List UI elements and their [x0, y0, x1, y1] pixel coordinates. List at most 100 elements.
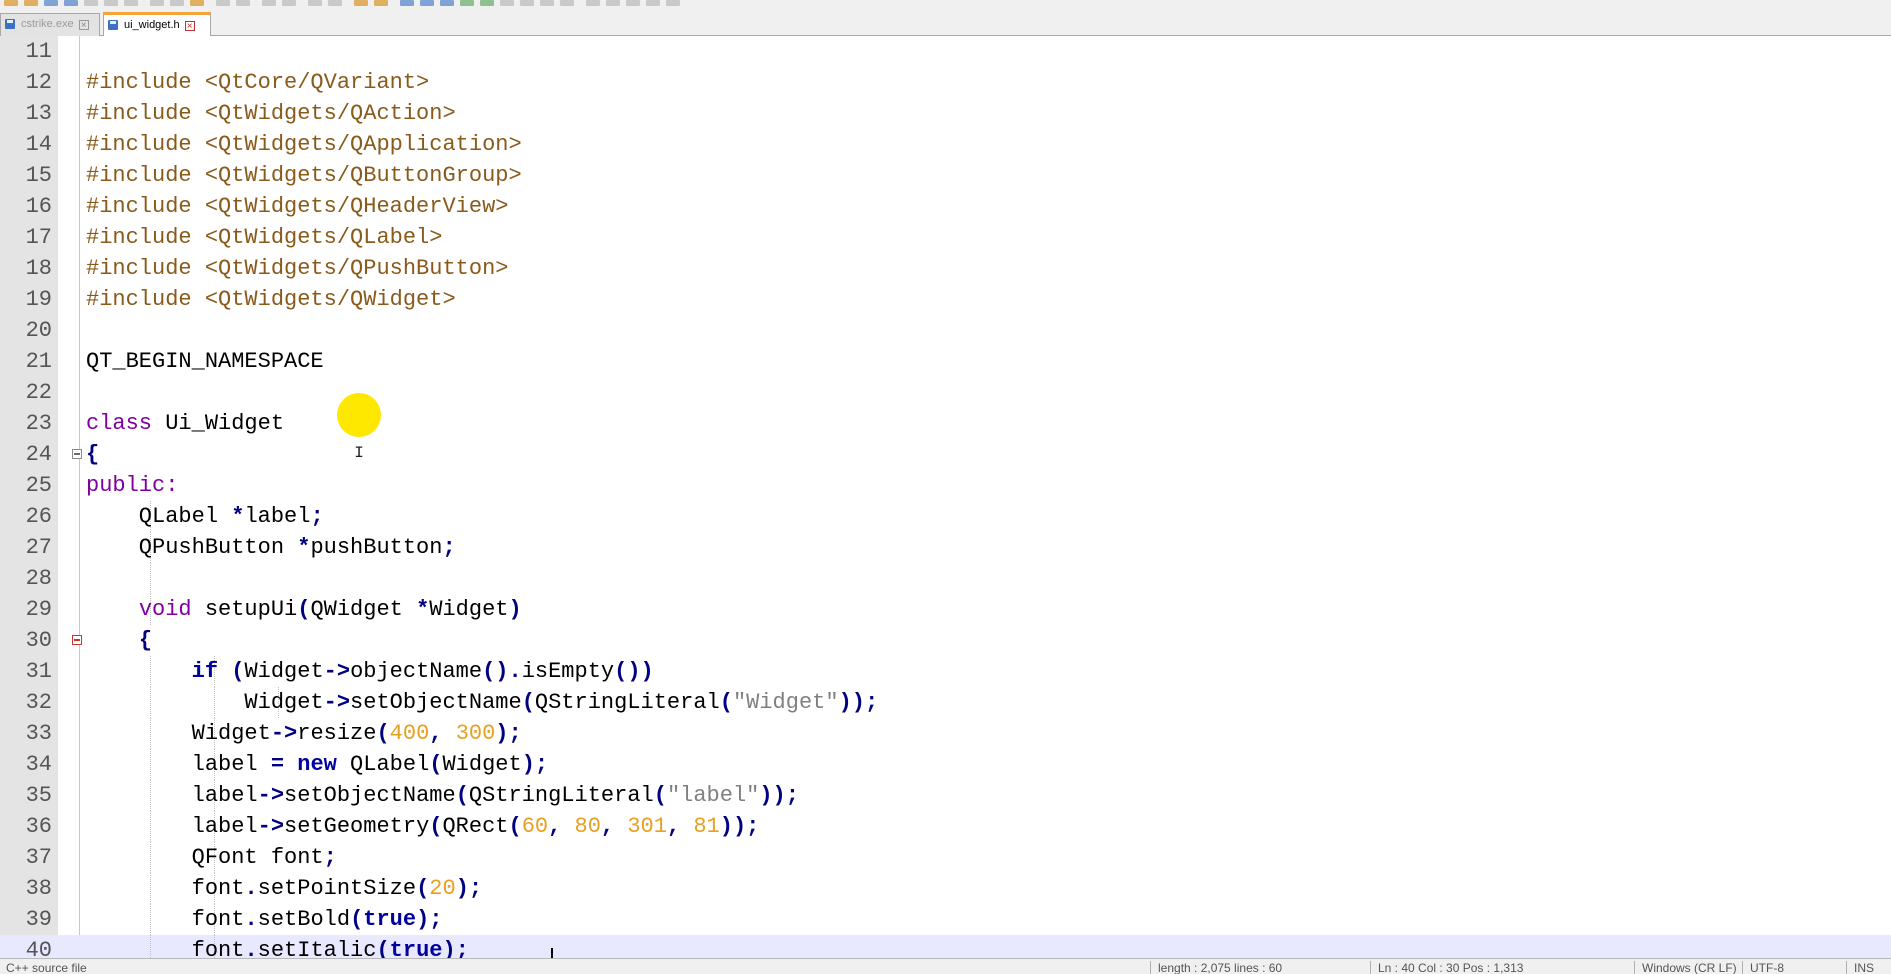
function-list-icon[interactable] — [500, 0, 514, 6]
code-text[interactable]: Widget->resize(400, 300); — [86, 718, 522, 749]
code-line[interactable]: 20 — [0, 315, 1891, 346]
save-macro-icon[interactable] — [606, 0, 620, 6]
code-line[interactable]: 25 public: — [0, 470, 1891, 501]
code-line[interactable]: 31 if (Widget->objectName().isEmpty()) — [0, 656, 1891, 687]
copy-icon[interactable] — [170, 0, 184, 6]
code-text[interactable]: font.setBold(true); — [86, 904, 443, 935]
paste-icon[interactable] — [190, 0, 204, 6]
code-line[interactable]: 26 QLabel *label; — [0, 501, 1891, 532]
print-icon[interactable] — [124, 0, 138, 6]
sync-horizontal-icon[interactable] — [374, 0, 388, 6]
code-text[interactable]: #include <QtWidgets/QHeaderView> — [86, 191, 508, 222]
code-text[interactable]: #include <QtCore/QVariant> — [86, 67, 429, 98]
fold-toggle-icon[interactable] — [72, 449, 82, 459]
word-wrap-icon[interactable] — [400, 0, 414, 6]
code-text[interactable]: #include <QtWidgets/QWidget> — [86, 284, 456, 315]
code-text[interactable]: { — [86, 439, 99, 470]
code-text[interactable]: label = new QLabel(Widget); — [86, 749, 549, 780]
code-line[interactable]: 37 QFont font; — [0, 842, 1891, 873]
code-text[interactable]: { — [86, 625, 152, 656]
zoom-out-icon[interactable] — [328, 0, 342, 6]
code-line[interactable]: 21 QT_BEGIN_NAMESPACE — [0, 346, 1891, 377]
record-macro-icon[interactable] — [520, 0, 534, 6]
language-icon[interactable] — [460, 0, 474, 6]
code-line[interactable]: 14 #include <QtWidgets/QApplication> — [0, 129, 1891, 160]
find-icon[interactable] — [262, 0, 276, 6]
status-mode[interactable]: INS — [1848, 959, 1891, 974]
code-line[interactable]: 17 #include <QtWidgets/QLabel> — [0, 222, 1891, 253]
code-line[interactable]: 38 font.setPointSize(20); — [0, 873, 1891, 904]
play-macro-icon[interactable] — [560, 0, 574, 6]
code-text[interactable]: #include <QtWidgets/QPushButton> — [86, 253, 508, 284]
spellcheck-icon[interactable] — [646, 0, 660, 6]
show-all-chars-icon[interactable] — [420, 0, 434, 6]
code-text[interactable]: #include <QtWidgets/QButtonGroup> — [86, 160, 522, 191]
code-line[interactable]: 24 { — [0, 439, 1891, 470]
code-text[interactable]: #include <QtWidgets/QAction> — [86, 98, 456, 129]
code-line[interactable]: 33 Widget->resize(400, 300); — [0, 718, 1891, 749]
code-line[interactable]: 32 Widget->setObjectName(QStringLiteral(… — [0, 687, 1891, 718]
code-text[interactable]: QFont font; — [86, 842, 337, 873]
close-icon[interactable] — [84, 0, 98, 6]
code-line[interactable]: 36 label->setGeometry(QRect(60, 80, 301,… — [0, 811, 1891, 842]
code-text[interactable]: font.setItalic(true); — [86, 935, 469, 958]
save-icon[interactable] — [44, 0, 58, 6]
close-icon[interactable]: × — [184, 21, 195, 32]
code-line[interactable]: 16 #include <QtWidgets/QHeaderView> — [0, 191, 1891, 222]
code-line[interactable]: 39 font.setBold(true); — [0, 904, 1891, 935]
code-text[interactable]: #include <QtWidgets/QLabel> — [86, 222, 442, 253]
line-number: 17 — [25, 225, 52, 250]
code-line[interactable]: 19 #include <QtWidgets/QWidget> — [0, 284, 1891, 315]
code-text[interactable]: QLabel *label; — [86, 501, 324, 532]
code-text[interactable]: QT_BEGIN_NAMESPACE — [86, 346, 324, 377]
code-text[interactable]: QPushButton *pushButton; — [86, 532, 456, 563]
code-line[interactable]: 15 #include <QtWidgets/QButtonGroup> — [0, 160, 1891, 191]
tab-ui-widget[interactable]: ui_widget.h × — [103, 12, 211, 36]
cut-icon[interactable] — [150, 0, 164, 6]
status-eol[interactable]: Windows (CR LF) — [1636, 959, 1742, 974]
code-line[interactable]: 27 QPushButton *pushButton; — [0, 532, 1891, 563]
code-text[interactable]: public: — [86, 470, 178, 501]
code-text[interactable]: if (Widget->objectName().isEmpty()) — [86, 656, 654, 687]
redo-icon[interactable] — [236, 0, 250, 6]
code-text[interactable]: void setupUi(QWidget *Widget) — [86, 594, 522, 625]
status-encoding[interactable]: UTF-8 — [1744, 959, 1846, 974]
run-macro-icon[interactable] — [586, 0, 600, 6]
code-text[interactable]: Widget->setObjectName(QStringLiteral("Wi… — [86, 687, 878, 718]
code-line[interactable]: 23 class Ui_Widget — [0, 408, 1891, 439]
new-file-icon[interactable] — [4, 0, 18, 6]
code-line[interactable]: 18 #include <QtWidgets/QPushButton> — [0, 253, 1891, 284]
open-file-icon[interactable] — [24, 0, 38, 6]
code-line[interactable]: 35 label->setObjectName(QStringLiteral("… — [0, 780, 1891, 811]
doc-map-icon[interactable] — [480, 0, 494, 6]
code-line[interactable]: 13 #include <QtWidgets/QAction> — [0, 98, 1891, 129]
close-icon[interactable]: × — [78, 20, 89, 31]
code-line[interactable]: 12 #include <QtCore/QVariant> — [0, 67, 1891, 98]
code-token: ); — [416, 907, 443, 932]
stop-macro-icon[interactable] — [540, 0, 554, 6]
undo-icon[interactable] — [216, 0, 230, 6]
code-line[interactable]: 34 label = new QLabel(Widget); — [0, 749, 1891, 780]
sync-vertical-icon[interactable] — [354, 0, 368, 6]
code-line[interactable]: 28 — [0, 563, 1891, 594]
code-line[interactable]: 22 — [0, 377, 1891, 408]
code-line[interactable]: 40 font.setItalic(true); — [0, 935, 1891, 958]
save-all-icon[interactable] — [64, 0, 78, 6]
replace-icon[interactable] — [282, 0, 296, 6]
code-text[interactable]: label->setGeometry(QRect(60, 80, 301, 81… — [86, 811, 760, 842]
code-line[interactable]: 30 { — [0, 625, 1891, 656]
code-editor[interactable]: 11 12 #include <QtCore/QVariant> 13 #include… — [0, 36, 1891, 958]
macro-icon[interactable] — [626, 0, 640, 6]
code-text[interactable]: label->setObjectName(QStringLiteral("lab… — [86, 780, 799, 811]
code-text[interactable]: font.setPointSize(20); — [86, 873, 482, 904]
zoom-in-icon[interactable] — [308, 0, 322, 6]
indent-guide-icon[interactable] — [440, 0, 454, 6]
fold-toggle-icon[interactable] — [72, 635, 82, 645]
code-line[interactable]: 11 — [0, 36, 1891, 67]
plugin-icon[interactable] — [666, 0, 680, 6]
code-text[interactable]: class Ui_Widget — [86, 408, 284, 439]
code-line[interactable]: 29 void setupUi(QWidget *Widget) — [0, 594, 1891, 625]
code-text[interactable]: #include <QtWidgets/QApplication> — [86, 129, 522, 160]
close-all-icon[interactable] — [104, 0, 118, 6]
tab-cstrike[interactable]: cstrike.exe × — [0, 13, 100, 36]
